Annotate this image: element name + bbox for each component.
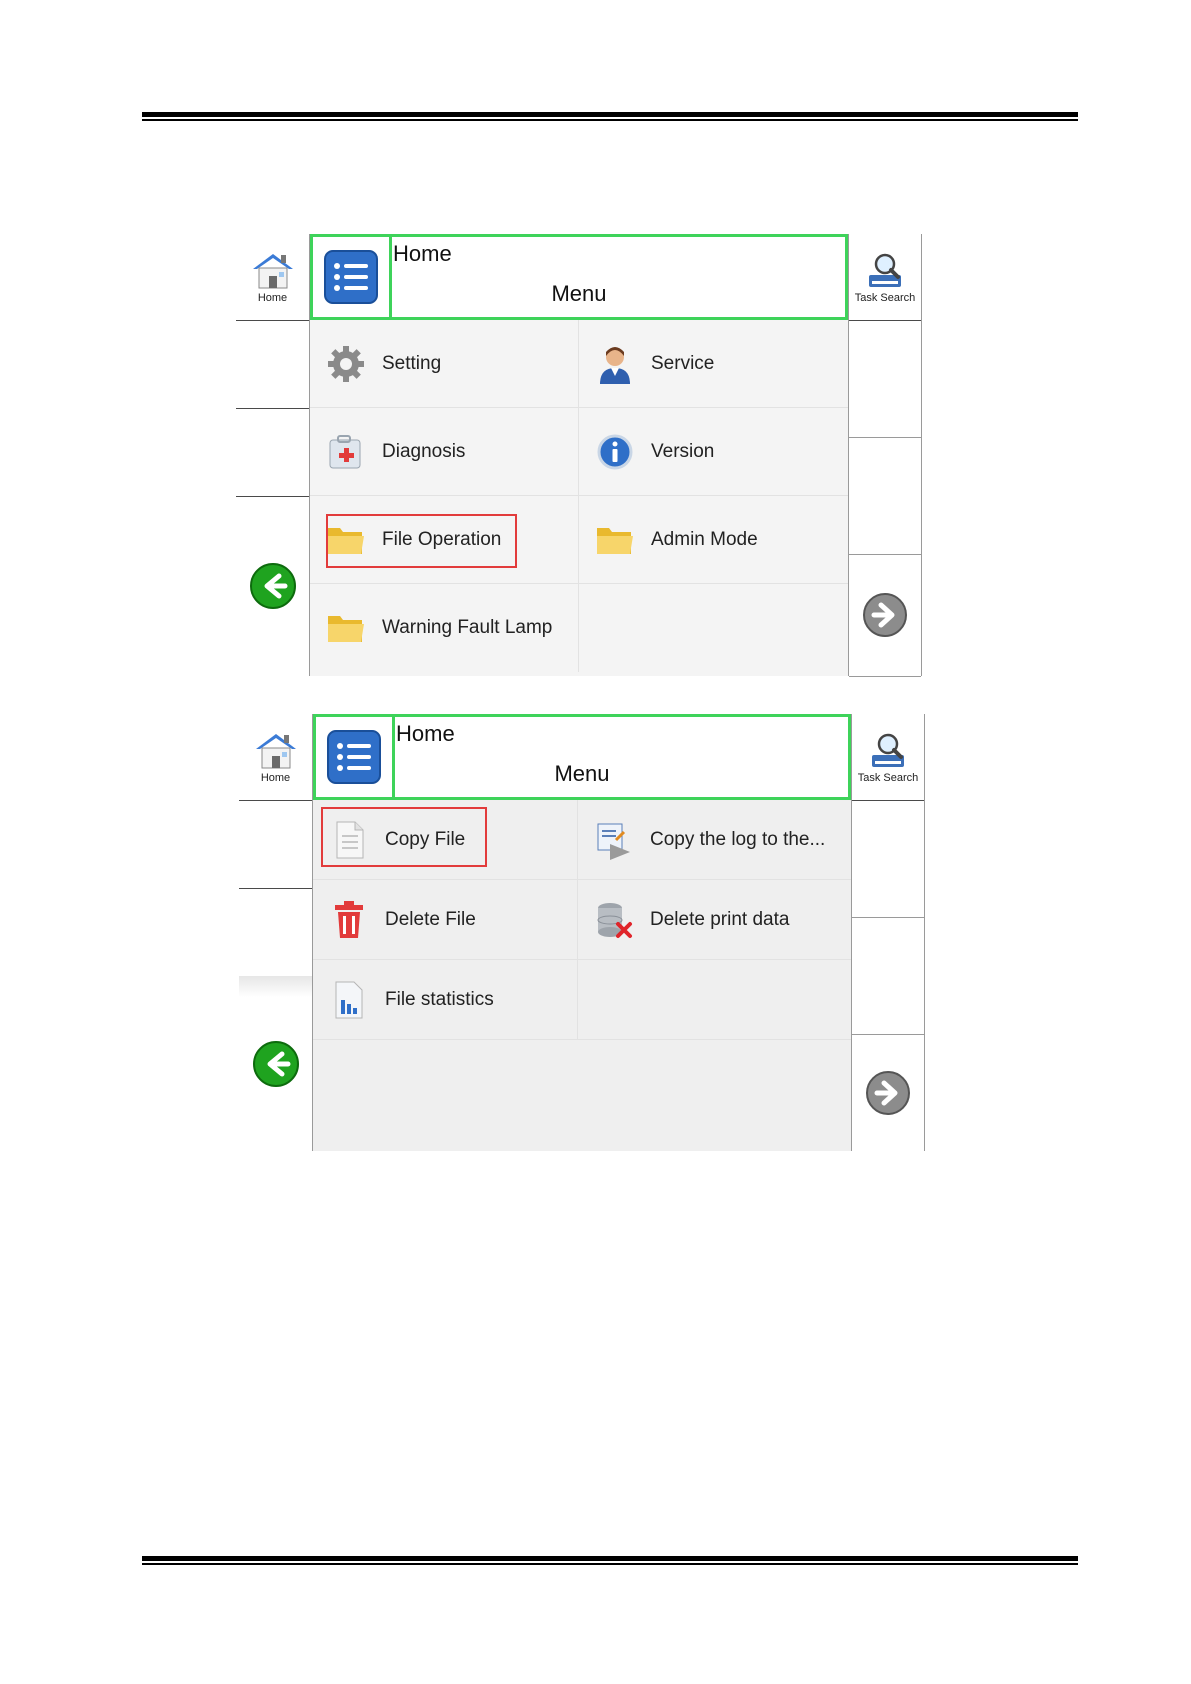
header-bar: Home Menu xyxy=(310,234,848,320)
right-empty-slot xyxy=(849,437,921,555)
right-empty-slot xyxy=(849,320,921,438)
forward-arrow-icon xyxy=(866,1070,910,1115)
top-rule xyxy=(142,112,1078,121)
folder-icon xyxy=(593,518,637,562)
next-button[interactable] xyxy=(852,1034,924,1151)
task-search-button[interactable]: Task Search xyxy=(852,714,924,801)
header-bar: Home Menu xyxy=(313,714,851,800)
menu-item-label: Copy the log to the... xyxy=(650,828,826,850)
menu-item-file-operation[interactable]: File Operation xyxy=(310,496,579,584)
menu-item-setting[interactable]: Setting xyxy=(310,320,579,408)
back-arrow-icon xyxy=(249,563,296,609)
service-person-icon xyxy=(593,342,637,386)
task-search-label: Task Search xyxy=(854,291,916,304)
task-search-button[interactable]: Task Search xyxy=(849,234,921,321)
next-button[interactable] xyxy=(849,554,921,677)
folder-icon xyxy=(324,518,368,562)
home-label: Home xyxy=(260,771,291,784)
database-delete-icon xyxy=(592,898,636,942)
menu-item-label: Setting xyxy=(382,352,442,374)
back-arrow-icon xyxy=(252,1040,299,1087)
back-button[interactable] xyxy=(236,496,309,676)
bottom-rule xyxy=(142,1556,1078,1565)
menu-item-delete-file[interactable]: Delete File xyxy=(313,880,578,960)
menu-item-label: Service xyxy=(651,352,715,374)
task-search-icon xyxy=(869,253,901,287)
page-subtitle: Menu xyxy=(554,761,610,786)
right-empty-slot xyxy=(852,917,924,1035)
menu-item-label: File statistics xyxy=(385,988,494,1010)
menu-item-empty xyxy=(578,960,851,1040)
menu-item-service[interactable]: Service xyxy=(579,320,848,408)
home-label: Home xyxy=(257,291,288,304)
menu-item-label: Warning Fault Lamp xyxy=(382,617,553,638)
trash-icon xyxy=(327,898,371,942)
task-search-icon xyxy=(872,733,904,767)
home-button[interactable]: Home xyxy=(236,234,309,321)
menu-item-label: Copy File xyxy=(385,828,466,850)
task-search-label: Task Search xyxy=(857,771,919,784)
left-sidebar: Home xyxy=(239,714,313,1151)
document-icon xyxy=(327,818,371,862)
home-icon xyxy=(255,733,296,768)
menu-screen-2: Home Home Menu Task Search Copy File Cop… xyxy=(239,714,925,1151)
menu-item-diagnosis[interactable]: Diagnosis xyxy=(310,408,579,496)
gear-icon xyxy=(324,342,368,386)
left-empty-slot xyxy=(239,888,312,977)
back-button[interactable] xyxy=(239,976,312,1151)
statistics-icon xyxy=(327,978,371,1022)
menu-grid: Copy File Copy the log to the... Delete … xyxy=(313,800,851,1151)
page-title: Home xyxy=(396,721,455,746)
menu-item-copy-log[interactable]: Copy the log to the... xyxy=(578,800,851,880)
menu-item-file-statistics[interactable]: File statistics xyxy=(313,960,578,1040)
menu-screen-1: Home Home Menu Task Search Setting Servi… xyxy=(236,234,922,677)
menu-item-version[interactable]: Version xyxy=(579,408,848,496)
left-sidebar: Home xyxy=(236,234,310,676)
log-copy-icon xyxy=(592,818,636,862)
right-sidebar: Task Search xyxy=(851,714,925,1151)
forward-arrow-icon xyxy=(863,593,907,637)
menu-item-warning-fault-lamp[interactable]: Warning Fault Lamp xyxy=(310,584,579,672)
right-empty-slot xyxy=(852,800,924,918)
home-icon xyxy=(252,253,293,288)
menu-item-admin-mode[interactable]: Admin Mode xyxy=(579,496,848,584)
menu-item-label: Diagnosis xyxy=(382,440,466,462)
first-aid-kit-icon xyxy=(324,430,368,474)
left-empty-slot xyxy=(236,320,309,409)
home-button[interactable]: Home xyxy=(239,714,312,801)
page-subtitle: Menu xyxy=(551,281,607,306)
menu-item-label: File Operation xyxy=(382,528,502,550)
menu-grid: Setting Service Diagnosis Version File O… xyxy=(310,320,848,676)
menu-item-copy-file[interactable]: Copy File xyxy=(313,800,578,880)
menu-item-label: Version xyxy=(651,440,715,462)
menu-item-empty xyxy=(579,584,848,672)
folder-icon xyxy=(324,606,368,650)
left-empty-slot xyxy=(239,800,312,889)
menu-item-label: Delete File xyxy=(385,908,476,930)
menu-item-label: Delete print data xyxy=(650,908,790,930)
left-empty-slot xyxy=(236,408,309,497)
right-sidebar: Task Search xyxy=(848,234,922,677)
menu-item-delete-print-data[interactable]: Delete print data xyxy=(578,880,851,960)
info-icon xyxy=(593,430,637,474)
page-title: Home xyxy=(393,241,452,266)
menu-item-label: Admin Mode xyxy=(651,528,758,550)
